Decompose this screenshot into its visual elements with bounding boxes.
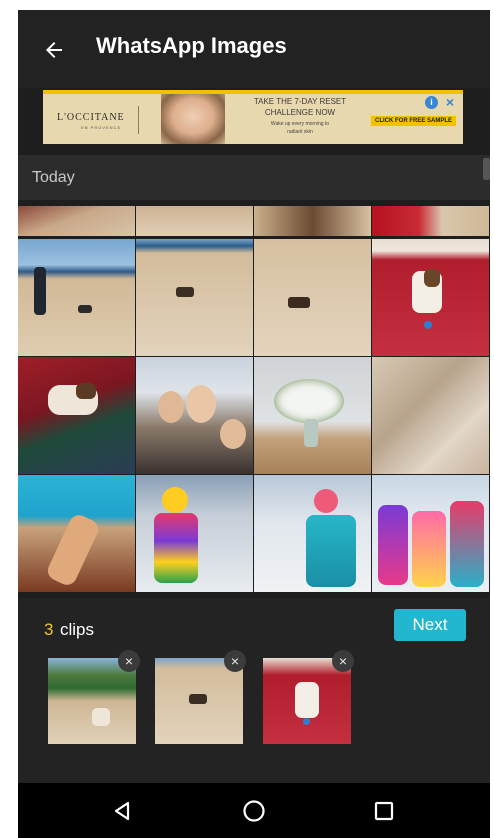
section-header: Today bbox=[18, 155, 490, 200]
clips-count: 3 bbox=[44, 620, 54, 639]
photo-thumbnail[interactable] bbox=[254, 357, 371, 474]
ad-subtext-1: Wake up every morning to bbox=[270, 121, 330, 127]
nav-home-button[interactable] bbox=[234, 793, 274, 829]
page-title: WhatsApp Images bbox=[96, 33, 287, 58]
clips-label: clips bbox=[60, 620, 95, 639]
clips-panel: 3 clips Next × × × bbox=[18, 598, 490, 783]
photo-thumbnail[interactable] bbox=[254, 475, 371, 592]
section-title: Today bbox=[32, 169, 75, 186]
photo-thumbnail[interactable] bbox=[136, 357, 253, 474]
photo-thumbnail[interactable] bbox=[18, 475, 135, 592]
ad-banner[interactable]: L'OCCITANE EN PROVENCE TAKE THE 7-DAY RE… bbox=[43, 90, 463, 144]
ad-brand-subtitle: EN PROVENCE bbox=[81, 125, 122, 130]
ad-brand-logo: L'OCCITANE bbox=[57, 112, 125, 123]
square-recents-icon bbox=[374, 801, 394, 821]
ad-subtext-2: radiant skin bbox=[287, 129, 313, 135]
circle-home-icon bbox=[243, 800, 265, 822]
photo-thumbnail[interactable] bbox=[136, 206, 253, 236]
nav-back-button[interactable] bbox=[102, 793, 142, 829]
remove-clip-icon[interactable]: × bbox=[332, 650, 354, 672]
photo-thumbnail[interactable] bbox=[372, 357, 489, 474]
system-nav-bar bbox=[18, 783, 490, 838]
photo-thumbnail[interactable] bbox=[18, 239, 135, 356]
back-button[interactable] bbox=[36, 32, 72, 68]
photo-thumbnail[interactable] bbox=[18, 206, 135, 236]
photo-thumbnail[interactable] bbox=[372, 239, 489, 356]
photo-thumbnail[interactable] bbox=[136, 239, 253, 356]
remove-clip-icon[interactable]: × bbox=[118, 650, 140, 672]
photo-thumbnail[interactable] bbox=[372, 475, 489, 592]
nav-recents-button[interactable] bbox=[364, 793, 404, 829]
ad-model-image bbox=[161, 94, 225, 144]
phone-screen: WhatsApp Images L'OCCITANE EN PROVENCE T… bbox=[18, 10, 490, 838]
ad-info-icon[interactable]: i bbox=[425, 96, 438, 109]
photo-thumbnail[interactable] bbox=[18, 357, 135, 474]
selected-clip[interactable] bbox=[48, 658, 136, 744]
photo-thumbnail[interactable] bbox=[254, 206, 371, 236]
photo-grid bbox=[18, 206, 490, 598]
photo-thumbnail[interactable] bbox=[136, 475, 253, 592]
triangle-back-icon bbox=[114, 801, 130, 821]
photo-thumbnail[interactable] bbox=[254, 239, 371, 356]
ad-cta-button[interactable]: CLICK FOR FREE SAMPLE bbox=[371, 116, 457, 126]
arrow-left-icon bbox=[46, 42, 62, 58]
ad-close-icon[interactable]: × bbox=[443, 95, 457, 109]
ad-headline-1: TAKE THE 7-DAY RESET bbox=[253, 97, 347, 106]
next-button[interactable]: Next bbox=[394, 609, 466, 641]
remove-clip-icon[interactable]: × bbox=[224, 650, 246, 672]
ad-divider bbox=[138, 106, 139, 134]
ad-headline-2: CHALLENGE NOW bbox=[264, 108, 336, 117]
scrollbar-handle[interactable] bbox=[483, 158, 490, 180]
app-bar: WhatsApp Images bbox=[18, 10, 490, 88]
photo-thumbnail[interactable] bbox=[372, 206, 489, 236]
